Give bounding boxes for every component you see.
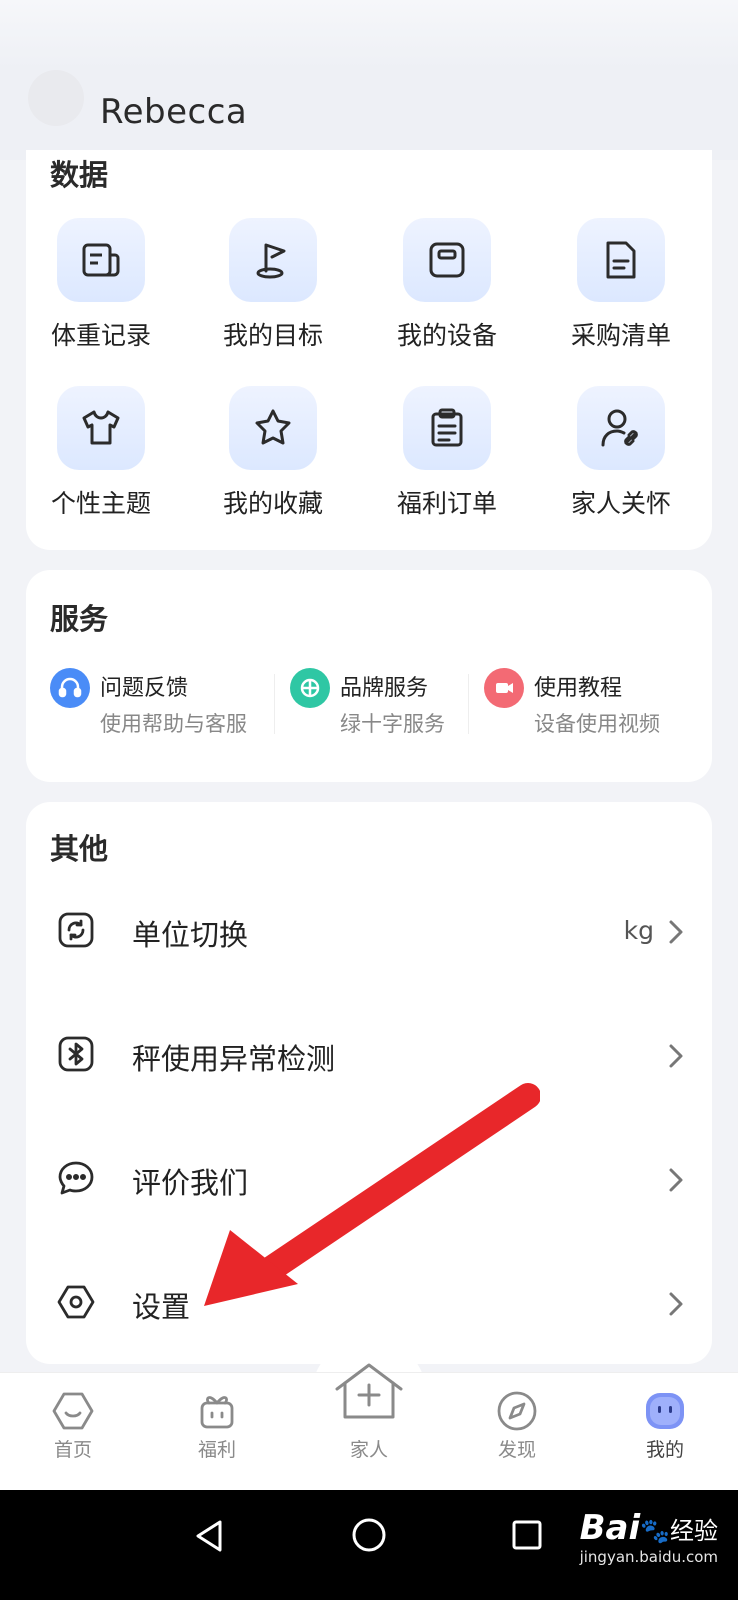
service-brand[interactable]: 品牌服务 绿十字服务 — [290, 666, 480, 746]
divider — [468, 674, 469, 734]
status-bar-area — [0, 0, 738, 70]
flag-icon — [229, 218, 317, 302]
grid-item-shopping-list[interactable]: 采购清单 — [546, 218, 696, 352]
nav-label: 发现 — [497, 1439, 536, 1461]
data-card: 数据 体重记录 我的目标 我的设备 采购清单 个性主题 我的收藏 福利订单 家人… — [26, 150, 712, 550]
service-name: 问题反馈 — [100, 676, 189, 701]
headset-icon — [50, 668, 90, 708]
chat-bubble-icon — [54, 1156, 98, 1200]
grid-item-label: 我的目标 — [222, 321, 323, 350]
service-feedback[interactable]: 问题反馈 使用帮助与客服 — [50, 666, 270, 746]
brand-service-icon — [290, 668, 330, 708]
nav-discover[interactable]: 发现 — [457, 1373, 577, 1491]
services-section-title: 服务 — [50, 602, 109, 636]
chevron-right-icon — [669, 1168, 683, 1192]
watermark-suffix: 经验 — [670, 1517, 718, 1545]
nav-label: 我的 — [645, 1439, 684, 1461]
family-link-icon — [577, 386, 665, 470]
other-card: 其他 单位切换 kg 秤使用异常检测 评价我们 设置 — [26, 802, 712, 1364]
row-label: 评价我们 — [132, 1166, 249, 1200]
grid-item-weight-record[interactable]: 体重记录 — [26, 218, 176, 352]
service-subtitle: 绿十字服务 — [340, 712, 445, 736]
grid-item-theme[interactable]: 个性主题 — [26, 386, 176, 520]
grid-item-my-device[interactable]: 我的设备 — [372, 218, 522, 352]
username: Rebecca — [100, 92, 248, 132]
row-unit-switch[interactable]: 单位切换 kg — [26, 886, 712, 976]
weight-record-icon — [57, 218, 145, 302]
row-label: 秤使用异常检测 — [132, 1042, 336, 1076]
home-circle-icon[interactable] — [350, 1516, 388, 1554]
shirt-icon — [57, 386, 145, 470]
profile-face-icon — [646, 1393, 684, 1429]
grid-item-welfare-orders[interactable]: 福利订单 — [372, 386, 522, 520]
watermark-brand: Bai — [579, 1508, 641, 1548]
video-icon — [484, 668, 524, 708]
system-nav-bar: Bai🐾经验 jingyan.baidu.com — [0, 1490, 738, 1600]
row-label: 单位切换 — [132, 918, 249, 952]
grid-item-label: 我的收藏 — [222, 489, 323, 518]
home-icon — [52, 1392, 94, 1430]
settings-hexagon-icon — [54, 1280, 98, 1324]
grid-item-label: 采购清单 — [570, 321, 671, 350]
grid-item-my-goal[interactable]: 我的目标 — [198, 218, 348, 352]
divider — [274, 674, 275, 734]
star-icon — [229, 386, 317, 470]
nav-label: 首页 — [53, 1439, 92, 1461]
chevron-right-icon — [669, 1292, 683, 1316]
profile-header: Rebecca — [0, 0, 738, 160]
row-settings[interactable]: 设置 — [26, 1258, 712, 1348]
other-section-title: 其他 — [50, 832, 109, 866]
nav-label: 家人 — [349, 1439, 388, 1461]
unit-value: kg — [623, 916, 654, 945]
nav-welfare[interactable]: 福利 — [157, 1373, 277, 1491]
grid-item-label: 个性主题 — [50, 489, 151, 518]
service-tutorial[interactable]: 使用教程 设备使用视频 — [484, 666, 694, 746]
grid-item-label: 体重记录 — [50, 321, 151, 350]
gift-icon — [200, 1396, 234, 1429]
services-card: 服务 问题反馈 使用帮助与客服 品牌服务 绿十字服务 使用教程 设备使用视频 — [26, 570, 712, 782]
grid-item-label: 家人关怀 — [570, 489, 671, 518]
baidu-watermark: Bai🐾经验 jingyan.baidu.com — [580, 1508, 718, 1566]
watermark-url: jingyan.baidu.com — [579, 1548, 718, 1566]
row-label: 设置 — [132, 1290, 191, 1324]
avatar[interactable] — [28, 70, 84, 126]
bluetooth-icon — [54, 1032, 98, 1076]
chevron-right-icon — [669, 920, 683, 944]
nav-home[interactable]: 首页 — [13, 1373, 133, 1491]
recents-icon[interactable] — [510, 1518, 544, 1552]
back-icon[interactable] — [192, 1518, 228, 1554]
compass-icon — [497, 1391, 537, 1431]
bottom-nav: 首页 福利 家人 发现 我的 — [0, 1363, 738, 1491]
unit-switch-icon — [54, 908, 98, 952]
nav-family[interactable]: 家人 — [309, 1363, 429, 1491]
paw-icon: 🐾 — [640, 1517, 670, 1545]
service-name: 品牌服务 — [340, 676, 429, 701]
nav-mine[interactable]: 我的 — [605, 1373, 725, 1491]
row-rate-us[interactable]: 评价我们 — [26, 1134, 712, 1224]
service-name: 使用教程 — [534, 676, 623, 701]
document-icon — [577, 218, 665, 302]
row-scale-anomaly-detection[interactable]: 秤使用异常检测 — [26, 1010, 712, 1100]
data-section-title: 数据 — [50, 158, 109, 192]
grid-item-label: 福利订单 — [396, 489, 497, 518]
grid-item-label: 我的设备 — [396, 321, 497, 350]
service-subtitle: 使用帮助与客服 — [100, 712, 247, 736]
service-subtitle: 设备使用视频 — [534, 712, 660, 736]
family-add-icon — [335, 1363, 403, 1419]
nav-label: 福利 — [197, 1439, 236, 1461]
grid-item-favorites[interactable]: 我的收藏 — [198, 386, 348, 520]
chevron-right-icon — [669, 1044, 683, 1068]
clipboard-icon — [403, 386, 491, 470]
grid-item-family-care[interactable]: 家人关怀 — [546, 386, 696, 520]
scale-device-icon — [403, 218, 491, 302]
